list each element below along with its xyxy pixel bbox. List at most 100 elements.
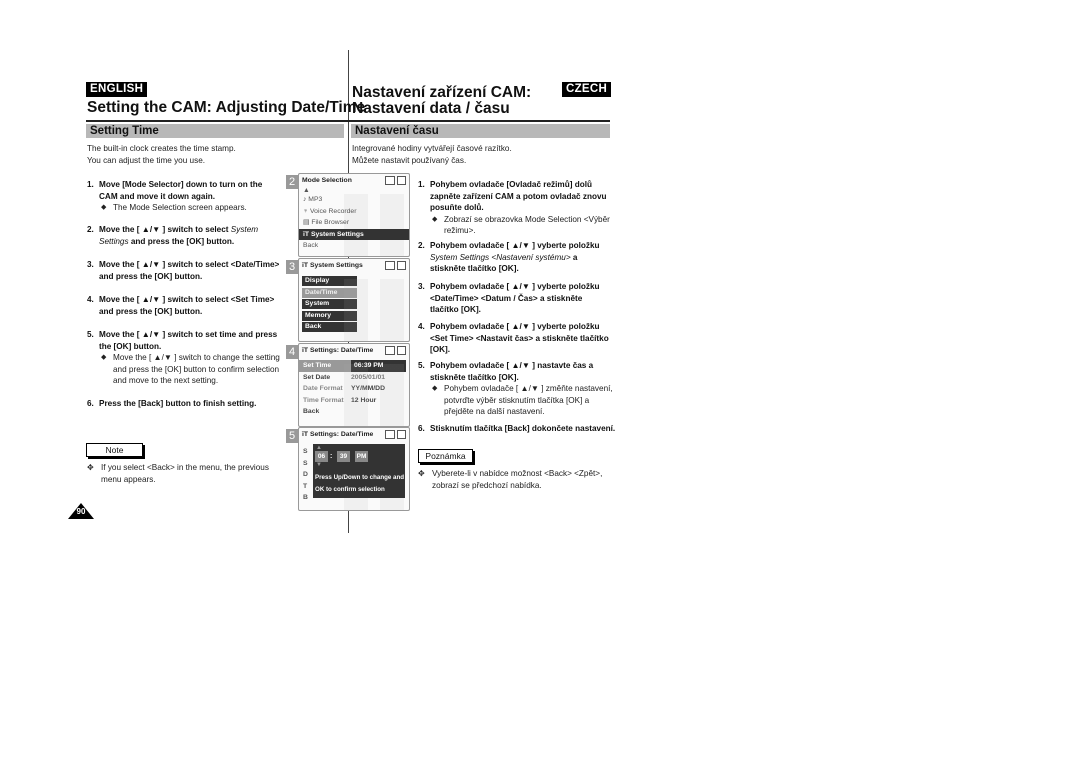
- screen-title: Mode Selection: [302, 177, 352, 184]
- time-edit-popup: ▲ ▼ 06 : 39 PM Press Up/Down to change a…: [313, 444, 405, 498]
- step-number: 1.: [418, 180, 425, 189]
- step-2: 2. Pohybem ovladače [ ▲/▼ ] vyberte polo…: [418, 240, 613, 275]
- step-text: Pohybem ovladače [ ▲/▼ ] vyberte položku…: [430, 322, 609, 354]
- note-text-czech: ✥ Vyberete-li v nabídce možnost <Back> <Z…: [418, 468, 622, 491]
- step-subnote: ◆ Pohybem ovladače [ ▲/▼ ] změňte nastave…: [432, 383, 613, 418]
- card-icon: [385, 261, 395, 270]
- page-title-english: Setting the CAM: Adjusting Date/Time: [87, 99, 366, 116]
- step-number: 6.: [418, 424, 425, 433]
- step-6: 6. Stisknutím tlačítka [Back] dokončete …: [418, 423, 618, 435]
- step-text: Move the [ ▲/▼ ] switch to select System…: [99, 224, 282, 247]
- title-rule: [348, 120, 610, 122]
- screen-title: Settings: Date/Time: [309, 431, 374, 438]
- step-3: 3. Move the [ ▲/▼ ] switch to select <Da…: [87, 259, 282, 282]
- step-number: 6.: [87, 399, 94, 408]
- menu-item-voice-recorder[interactable]: ♆ Voice Recorder: [299, 206, 409, 218]
- diamond-bullet-icon: ◆: [101, 354, 107, 361]
- page-title-czech-line-2: Nastavení data / času: [352, 100, 510, 117]
- screen-title: Settings: Date/Time: [309, 347, 374, 354]
- card-icon: [385, 430, 395, 439]
- step-text-italic: System Settings <Nastavení systému>: [430, 252, 571, 262]
- step-subnote: ◆ The Mode Selection screen appears.: [101, 202, 282, 214]
- menu-label: Back: [303, 242, 319, 249]
- hour-field[interactable]: 06: [315, 451, 328, 462]
- diamond-bullet-icon: ◆: [432, 215, 438, 223]
- title-rule: [86, 120, 348, 122]
- arrow-down-icon[interactable]: ▼: [316, 462, 322, 468]
- step-5: 5. Pohybem ovladače [ ▲/▼ ] nastavte čas…: [418, 360, 613, 418]
- note-text-english: ✥ If you select <Back> in the menu, the p…: [87, 462, 291, 485]
- menu-item-mp3[interactable]: ♪ MP3: [299, 194, 409, 206]
- step-5: 5. Move the [ ▲/▼ ] switch to set time a…: [87, 329, 282, 387]
- time-separator: :: [330, 453, 333, 460]
- english-badge: ENGLISH: [86, 82, 148, 97]
- popup-hint-line-1: Press Up/Down to change and: [315, 474, 405, 481]
- step-text: Move the [ ▲/▼ ] switch to select <Set T…: [99, 295, 275, 316]
- menu-label: System Settings: [310, 230, 364, 238]
- cross-bullet-icon: ✥: [87, 463, 94, 472]
- step-number: 2.: [87, 225, 94, 234]
- step-number: 3.: [418, 282, 425, 291]
- screen-mode-selection: Mode Selection ▲ ♪ MP3 ♆ Voice Recorder …: [298, 173, 410, 257]
- step-number: 3.: [87, 260, 94, 269]
- step-3: 3. Pohybem ovladače [ ▲/▼ ] vyberte polo…: [418, 281, 613, 316]
- background-rows: SSDTB: [303, 448, 308, 501]
- step-text: Pohybem ovladače [ ▲/▼ ] vyberte položku…: [430, 282, 600, 314]
- music-note-icon: ♪: [303, 196, 307, 203]
- screen-number: 3: [286, 260, 298, 274]
- step-text-a: Pohybem ovladače [ ▲/▼ ] vyberte položku: [430, 241, 600, 250]
- step-text-a: Move the [ ▲/▼ ] switch to select: [99, 225, 231, 234]
- note-label: Note: [86, 443, 143, 457]
- menu-item-file-browser[interactable]: ▤ File Browser: [299, 217, 409, 229]
- step-text: Move [Mode Selector] down to turn on the…: [99, 180, 263, 201]
- popup-hint-line-2: OK to confirm selection: [315, 486, 385, 493]
- battery-icon: [397, 346, 406, 355]
- step-text: Press the [Back] button to finish settin…: [99, 399, 257, 408]
- screen-header: ĭT Settings: Date/Time: [299, 428, 409, 441]
- section-heading-czech: Nastavení času: [351, 124, 610, 138]
- intro-english: The built-in clock creates the time stam…: [87, 143, 236, 167]
- ampm-field[interactable]: PM: [355, 451, 368, 462]
- menu-item-back[interactable]: Back: [299, 240, 409, 252]
- file-icon: ▤: [303, 219, 310, 226]
- intro-line: Integrované hodiny vytvářejí časové razí…: [352, 144, 512, 153]
- scroll-up-icon[interactable]: ▲: [299, 187, 409, 194]
- step-number: 1.: [87, 180, 94, 189]
- step-4: 4. Pohybem ovladače [ ▲/▼ ] vyberte polo…: [418, 321, 613, 356]
- screen-system-settings: ĭT System Settings Display Date/Time Sys…: [298, 258, 410, 342]
- step-text: Move the [ ▲/▼ ] switch to set time and …: [99, 330, 278, 351]
- section-heading-english: Setting Time: [86, 124, 344, 138]
- step-4: 4. Move the [ ▲/▼ ] switch to select <Se…: [87, 294, 282, 317]
- menu-item-system-settings[interactable]: ĭT System Settings: [299, 228, 409, 240]
- settings-icon: ĭT: [302, 262, 310, 269]
- screen-header: ĭT Settings: Date/Time: [299, 344, 409, 357]
- screen-number: 4: [286, 345, 298, 359]
- step-number: 5.: [418, 361, 425, 370]
- step-text: Pohybem ovladače [ ▲/▼ ] vyberte položku…: [430, 240, 613, 275]
- screen-title: System Settings: [309, 262, 363, 269]
- screen-header: ĭT System Settings: [299, 259, 409, 272]
- intro-line: The built-in clock creates the time stam…: [87, 144, 236, 153]
- subnote-text: Zobrazí se obrazovka Mode Selection <Výb…: [444, 214, 610, 236]
- step-number: 5.: [87, 330, 94, 339]
- screen-header: Mode Selection: [299, 174, 409, 187]
- subnote-text: Move the [ ▲/▼ ] switch to change the se…: [113, 353, 280, 385]
- battery-icon: [397, 430, 406, 439]
- watermark: [344, 364, 404, 426]
- step-number: 4.: [418, 322, 425, 331]
- intro-line: You can adjust the time you use.: [87, 156, 206, 165]
- screen-date-time-settings: ĭT Settings: Date/Time Set Time 06:39 PM …: [298, 343, 410, 427]
- cross-bullet-icon: ✥: [418, 469, 425, 478]
- step-subnote: ◆ Move the [ ▲/▼ ] switch to change the s…: [101, 352, 282, 387]
- battery-icon: [397, 261, 406, 270]
- step-subnote: ◆ Zobrazí se obrazovka Mode Selection <Vý…: [432, 214, 613, 237]
- step-text: Stisknutím tlačítka [Back] dokončete nas…: [430, 424, 616, 433]
- step-6: 6. Press the [Back] button to finish set…: [87, 398, 282, 410]
- step-number: 4.: [87, 295, 94, 304]
- step-2: 2. Move the [ ▲/▼ ] switch to select Sys…: [87, 224, 282, 247]
- minute-field[interactable]: 39: [337, 451, 350, 462]
- diamond-bullet-icon: ◆: [101, 204, 107, 211]
- step-1: 1. Pohybem ovladače [Ovladač režimů] dol…: [418, 179, 613, 237]
- card-icon: [385, 176, 395, 185]
- note-body: Vyberete-li v nabídce možnost <Back> <Zp…: [432, 469, 603, 490]
